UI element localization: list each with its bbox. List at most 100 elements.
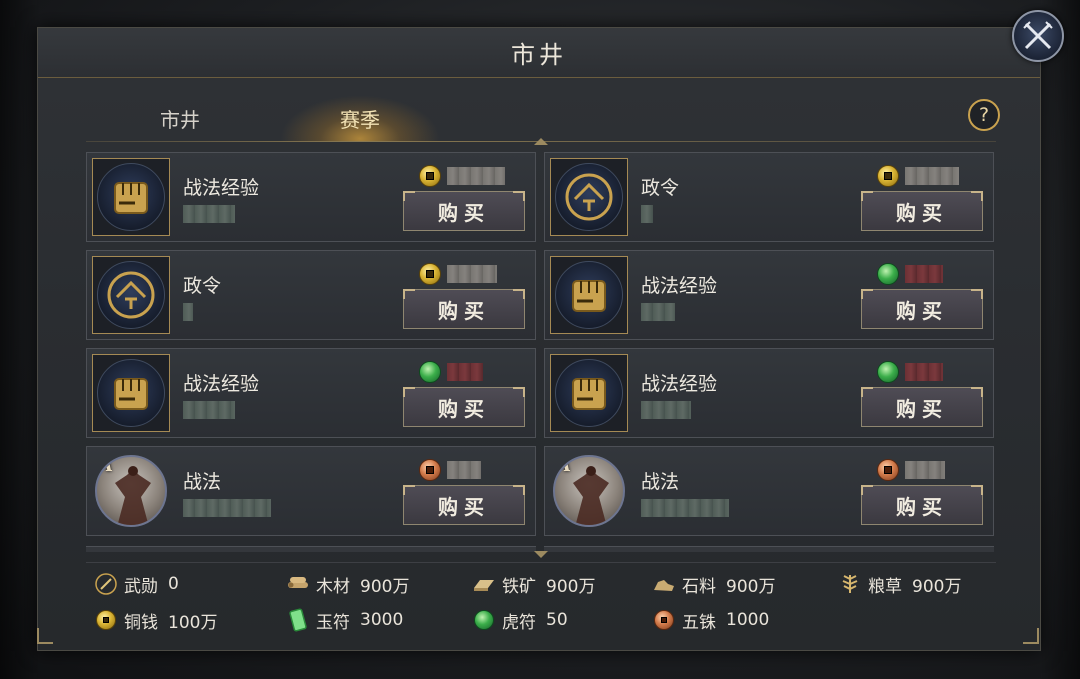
fist-icon — [555, 359, 623, 427]
corner-ornament — [1023, 628, 1039, 644]
item-price — [419, 361, 483, 383]
buy-button[interactable]: 购买 — [861, 387, 983, 427]
price-value-redacted — [905, 265, 943, 283]
price-value-redacted — [447, 265, 497, 283]
order-seal-icon — [555, 163, 623, 231]
buy-button[interactable]: 购买 — [861, 289, 983, 329]
scroll-down-indicator[interactable] — [534, 551, 548, 559]
window-title: 市井 — [511, 41, 567, 69]
next-row-peek — [86, 546, 536, 552]
wuzhu-coin-icon — [419, 459, 441, 481]
item-price — [419, 165, 505, 187]
shop-item-card: 战法经验 购买 — [544, 250, 994, 340]
help-button[interactable]: ? — [968, 99, 1000, 131]
buy-button[interactable]: 购买 — [403, 191, 525, 231]
wood-icon — [286, 572, 310, 596]
resource-label: 石料 — [682, 576, 716, 597]
item-name: 战法 — [641, 471, 680, 493]
resource-label: 铁矿 — [502, 576, 536, 597]
resource-value: 3000 — [360, 610, 404, 630]
wuzhu-coin-icon — [652, 608, 676, 632]
item-icon-frame: A — [550, 452, 628, 530]
price-value-redacted — [905, 461, 945, 479]
item-price — [877, 165, 959, 187]
resource-copper-money: 铜钱 100万 — [94, 607, 217, 633]
item-detail-redacted — [183, 303, 193, 321]
tab-bar: 市井 赛季 — [100, 95, 520, 141]
grain-icon — [838, 572, 862, 596]
item-icon-frame — [92, 354, 170, 432]
iron-icon — [472, 572, 496, 596]
resource-label: 铜钱 — [124, 612, 158, 633]
item-detail-redacted — [641, 401, 691, 419]
tab-season[interactable]: 赛季 — [280, 95, 440, 141]
resource-value: 900万 — [546, 576, 596, 597]
item-name: 战法 — [183, 471, 222, 493]
fist-icon — [97, 359, 165, 427]
resource-value: 900万 — [360, 576, 410, 597]
item-price — [419, 459, 481, 481]
item-name: 战法经验 — [641, 275, 718, 297]
item-name: 政令 — [641, 177, 680, 199]
resource-wood: 木材 900万 — [286, 571, 409, 597]
resource-label: 木材 — [316, 576, 350, 597]
jade-tally-icon — [286, 608, 310, 632]
shop-item-card: 战法经验 购买 — [86, 348, 536, 438]
tiger-tally-icon — [877, 361, 899, 383]
resource-label: 粮草 — [868, 576, 902, 597]
resource-stone: 石料 900万 — [652, 571, 775, 597]
item-detail-redacted — [641, 303, 675, 321]
tiger-tally-icon — [877, 263, 899, 285]
shop-item-card: 政令 购买 — [544, 152, 994, 242]
item-price — [877, 459, 945, 481]
close-button[interactable] — [1012, 10, 1064, 62]
resource-iron: 铁矿 900万 — [472, 571, 595, 597]
shop-item-card: A 战法 购买 — [86, 446, 536, 536]
item-icon-frame — [92, 158, 170, 236]
fist-icon — [97, 163, 165, 231]
buy-button[interactable]: 购买 — [403, 289, 525, 329]
buy-button[interactable]: 购买 — [403, 387, 525, 427]
order-seal-icon — [97, 261, 165, 329]
item-icon-frame — [550, 354, 628, 432]
resource-wuzhu: 五铢 1000 — [652, 607, 769, 633]
price-value-redacted — [447, 167, 505, 185]
buy-button[interactable]: 购买 — [403, 485, 525, 525]
title-bar: 市井 — [38, 28, 1040, 78]
tiger-tally-icon — [472, 608, 496, 632]
corner-ornament — [37, 628, 53, 644]
copper-money-icon — [877, 165, 899, 187]
item-icon-frame: A — [92, 452, 170, 530]
shop-item-card: 政令 购买 — [86, 250, 536, 340]
price-value-redacted — [905, 363, 943, 381]
buy-button[interactable]: 购买 — [861, 485, 983, 525]
resource-value: 50 — [546, 610, 568, 630]
resource-value: 900万 — [912, 576, 962, 597]
resource-value: 100万 — [168, 612, 218, 633]
skill-grade: A — [557, 455, 571, 476]
warrior-skill-icon: A — [95, 455, 167, 527]
wuzhu-coin-icon — [877, 459, 899, 481]
item-detail-redacted — [183, 401, 235, 419]
copper-money-icon — [94, 608, 118, 632]
tiger-tally-icon — [419, 361, 441, 383]
stone-icon — [652, 572, 676, 596]
tab-market[interactable]: 市井 — [100, 95, 260, 141]
warrior-skill-icon: A — [553, 455, 625, 527]
item-name: 战法经验 — [183, 177, 260, 199]
item-icon-frame — [92, 256, 170, 334]
skill-grade: A — [99, 455, 113, 476]
resource-value: 1000 — [726, 610, 770, 630]
item-detail-redacted — [183, 205, 235, 223]
resource-jade-tally: 玉符 3000 — [286, 607, 403, 633]
item-price — [419, 263, 497, 285]
resource-merit: 武勋 0 — [94, 571, 179, 597]
item-name: 战法经验 — [641, 373, 718, 395]
resource-value: 0 — [168, 574, 179, 594]
item-detail-redacted — [641, 205, 653, 223]
buy-button[interactable]: 购买 — [861, 191, 983, 231]
shop-item-card: 战法经验 购买 — [544, 348, 994, 438]
resource-label: 虎符 — [502, 612, 536, 633]
crossed-swords-icon — [1023, 21, 1053, 50]
copper-money-icon — [419, 165, 441, 187]
